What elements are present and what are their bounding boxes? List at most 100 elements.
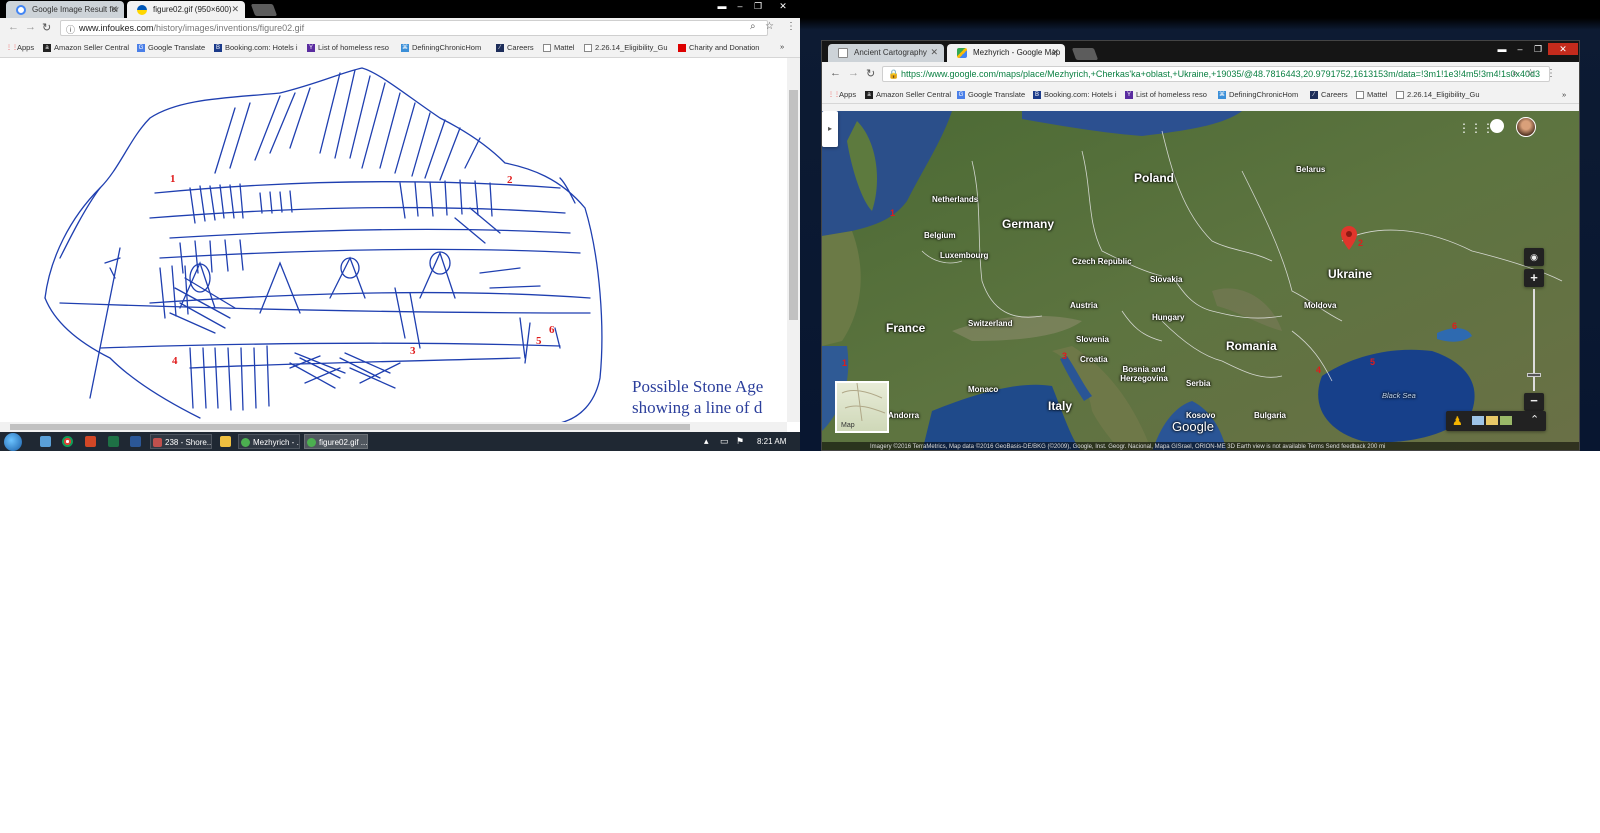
- minimize-button[interactable]: –: [732, 0, 748, 12]
- taskbar-item-figure02[interactable]: figure02.gif ...: [304, 434, 368, 449]
- bookmark-chronic[interactable]: ⌘ DefiningChronicHom: [1218, 90, 1306, 99]
- scrollbar-thumb[interactable]: [789, 90, 798, 320]
- forward-icon[interactable]: →: [848, 67, 859, 79]
- bookmarks-overflow-button[interactable]: »: [1562, 90, 1566, 99]
- right-bookmarks-bar: ⋮⋮ Apps a Amazon Seller Central G Google Tr…: [822, 86, 1579, 104]
- map-label-serbia: Serbia: [1186, 379, 1211, 388]
- zoom-in-button[interactable]: +: [1524, 269, 1544, 287]
- flag-icon[interactable]: ⚑: [736, 436, 744, 447]
- clock[interactable]: 8:21 AM: [757, 437, 786, 446]
- bookmark-mattel[interactable]: Mattel: [543, 43, 574, 52]
- chrome-icon: [307, 438, 316, 447]
- explorer-icon[interactable]: [40, 436, 51, 447]
- reload-icon[interactable]: ↻: [42, 21, 51, 34]
- imagery-thumb-icon[interactable]: [1500, 416, 1512, 425]
- address-bar[interactable]: ⓘ www.infoukes.com/history/images/invent…: [60, 20, 768, 36]
- back-icon[interactable]: ←: [830, 67, 841, 79]
- back-icon[interactable]: ←: [8, 21, 19, 33]
- tab-google-image-result[interactable]: Google Image Result for ✕: [6, 1, 124, 18]
- close-tab-icon[interactable]: ✕: [110, 4, 118, 15]
- word-icon[interactable]: [130, 436, 141, 447]
- scrollbar-thumb[interactable]: [10, 424, 690, 430]
- close-tab-icon[interactable]: ✕: [1051, 47, 1059, 58]
- imagery-thumb-icon[interactable]: [1486, 416, 1498, 425]
- star-icon[interactable]: ☆: [765, 21, 774, 32]
- avatar[interactable]: [1516, 117, 1536, 137]
- maximize-button[interactable]: ❐: [750, 0, 766, 12]
- bookmark-charity[interactable]: Charity and Donation: [678, 43, 764, 52]
- vertical-scrollbar[interactable]: [787, 58, 800, 422]
- zoom-slider-handle[interactable]: [1527, 373, 1541, 377]
- page-icon: [1356, 90, 1364, 99]
- minimize-button[interactable]: –: [1512, 43, 1528, 55]
- yahoo-icon: Y: [1125, 90, 1133, 99]
- maximize-button[interactable]: ❐: [1530, 43, 1546, 55]
- booking-icon: B: [214, 43, 222, 52]
- zoom-out-button[interactable]: −: [1524, 393, 1544, 411]
- bookmark-apps[interactable]: ⋮⋮ Apps: [828, 90, 856, 99]
- folder-icon[interactable]: [220, 436, 231, 447]
- map-footer: Imagery ©2016 TerraMetrics, Map data ©20…: [822, 442, 1579, 450]
- profile-icon[interactable]: ▬: [714, 0, 730, 12]
- my-location-button[interactable]: ◉: [1524, 248, 1544, 266]
- forward-icon[interactable]: →: [25, 21, 36, 33]
- left-browser-window: Google Image Result for ✕ figure02.gif (…: [0, 0, 800, 451]
- bookmark-booking[interactable]: B Booking.com: Hotels i: [1033, 90, 1119, 99]
- red-mark: 6: [1452, 321, 1458, 331]
- bookmark-amazon[interactable]: a Amazon Seller Central: [865, 90, 951, 99]
- chrome-icon[interactable]: [62, 436, 73, 447]
- map-type-toggle[interactable]: Map: [835, 381, 889, 433]
- page-icon: [1396, 90, 1404, 99]
- taskbar-item-shore[interactable]: 238 - Shore...: [150, 434, 212, 449]
- horizontal-scrollbar[interactable]: [0, 422, 787, 432]
- excel-icon[interactable]: [108, 436, 119, 447]
- map-label-belgium: Belgium: [924, 231, 956, 240]
- bookmark-booking[interactable]: B Booking.com: Hotels i: [214, 43, 298, 52]
- taskbar-item-mezhyrich[interactable]: Mezhyrich - ...: [238, 434, 300, 449]
- bookmark-homeless[interactable]: Y List of homeless reso: [1125, 90, 1213, 99]
- bookmark-careers[interactable]: ⁄ Careers: [1310, 90, 1348, 99]
- close-tab-icon[interactable]: ✕: [231, 4, 239, 15]
- tab-ancient-cartography[interactable]: Ancient Cartography ✕: [828, 44, 944, 62]
- new-tab-button[interactable]: [1071, 48, 1099, 60]
- profile-icon[interactable]: ▬: [1494, 43, 1510, 55]
- bookmark-chronic[interactable]: ⌘ DefiningChronicHom: [401, 43, 487, 52]
- menu-icon[interactable]: ⋮: [786, 21, 796, 32]
- bookmarks-overflow-button[interactable]: »: [780, 42, 784, 51]
- pegman-icon[interactable]: ♟: [1452, 414, 1463, 428]
- expand-up-icon[interactable]: ⌃: [1530, 413, 1539, 426]
- bookmark-mattel[interactable]: Mattel: [1356, 90, 1387, 99]
- menu-icon[interactable]: ⋮: [1546, 68, 1556, 79]
- satellite-map[interactable]: ed m Poland Belarus Germany Ukraine Fran…: [822, 111, 1579, 450]
- bookmark-translate[interactable]: G Google Translate: [137, 43, 205, 52]
- zoom-icon[interactable]: ⌕: [1512, 68, 1518, 79]
- close-window-button[interactable]: ✕: [768, 0, 798, 12]
- tray-expand-icon[interactable]: ▴: [704, 436, 709, 447]
- zoom-icon[interactable]: ⌕: [750, 21, 756, 32]
- bookmark-eligibility[interactable]: 2.26.14_Eligibility_Gu: [1396, 90, 1486, 99]
- bookmark-eligibility[interactable]: 2.26.14_Eligibility_Gu: [584, 43, 670, 52]
- tab-figure02[interactable]: figure02.gif (950×600) ✕: [127, 1, 245, 18]
- bookmark-translate[interactable]: G Google Translate: [957, 90, 1025, 99]
- location-pin-icon[interactable]: [1341, 226, 1357, 250]
- notifications-icon[interactable]: [1490, 119, 1504, 133]
- imagery-thumb-icon[interactable]: [1472, 416, 1484, 425]
- powerpoint-icon[interactable]: [85, 436, 96, 447]
- red-mark: 1: [842, 358, 848, 368]
- start-button[interactable]: [4, 433, 22, 451]
- tab-mezhyrich-maps[interactable]: Mezhyrich - Google Map ✕: [947, 44, 1065, 62]
- bookmark-careers[interactable]: ⁄ Careers: [496, 43, 534, 52]
- close-tab-icon[interactable]: ✕: [930, 47, 938, 58]
- bookmark-amazon[interactable]: a Amazon Seller Central: [43, 43, 129, 52]
- reload-icon[interactable]: ↻: [866, 67, 875, 80]
- bookmark-homeless[interactable]: Y List of homeless reso: [307, 43, 393, 52]
- new-tab-button[interactable]: [250, 4, 278, 16]
- address-bar[interactable]: 🔒 https://www.google.com/maps/place/Mezh…: [882, 66, 1550, 82]
- bookmark-apps[interactable]: ⋮⋮ Apps: [6, 43, 34, 52]
- star-icon[interactable]: ☆: [1526, 68, 1535, 79]
- map-label-austria: Austria: [1070, 301, 1098, 310]
- network-icon[interactable]: ▭: [720, 436, 729, 447]
- close-window-button[interactable]: ✕: [1548, 43, 1578, 55]
- collapse-panel-button[interactable]: ▸: [822, 111, 838, 147]
- apps-grid-icon[interactable]: ⋮⋮⋮: [1458, 121, 1494, 135]
